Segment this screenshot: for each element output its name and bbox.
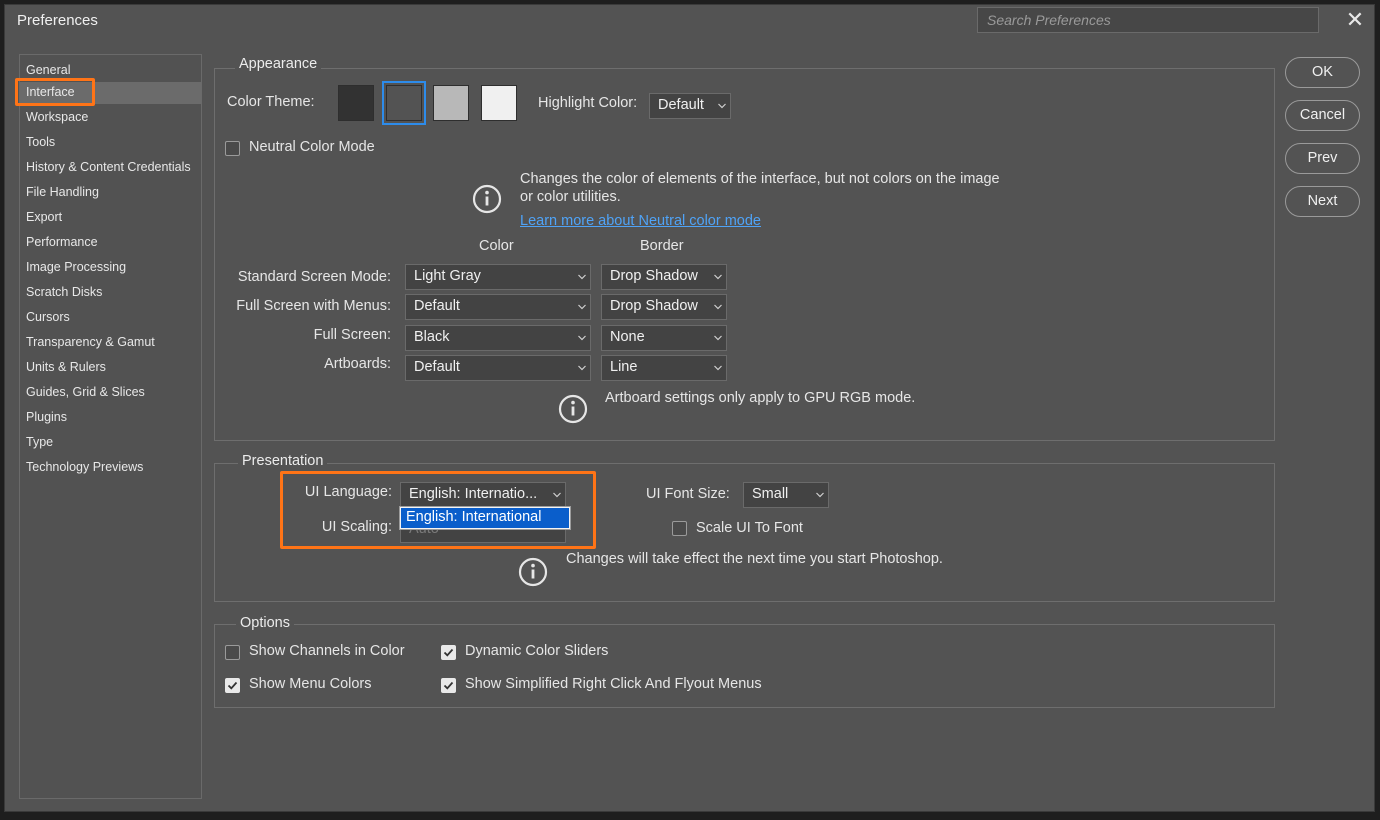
select-value: Drop Shadow <box>610 268 698 284</box>
chevron-down-icon <box>718 103 726 110</box>
sidebar-item-type[interactable]: Type <box>20 432 201 454</box>
show-menu-colors-label: Show Menu Colors <box>249 676 372 692</box>
highlight-color-select[interactable]: Default <box>649 93 731 119</box>
ui-font-size-value: Small <box>752 486 789 502</box>
chevron-down-icon <box>578 274 586 281</box>
color-theme-label: Color Theme: <box>227 94 315 110</box>
ui-font-size-label: UI Font Size: <box>646 486 730 502</box>
dynamic-color-sliders-label: Dynamic Color Sliders <box>465 643 609 659</box>
highlight-color-value: Default <box>658 97 704 113</box>
show-channels-in-color-checkbox[interactable] <box>225 645 240 660</box>
info-icon <box>518 557 548 587</box>
sidebar-item-units-rulers[interactable]: Units & Rulers <box>20 357 201 379</box>
chevron-down-icon <box>578 365 586 372</box>
appearance-title: Appearance <box>235 56 322 72</box>
color-column-header: Color <box>479 238 514 254</box>
chevron-down-icon <box>714 274 722 281</box>
sidebar-item-transparency[interactable]: Transparency & Gamut <box>20 332 201 354</box>
neutral-color-mode-checkbox[interactable] <box>225 141 240 156</box>
sidebar-item-tools[interactable]: Tools <box>20 132 201 154</box>
select-value: Line <box>610 359 638 375</box>
chevron-down-icon <box>714 335 722 342</box>
border-column-header: Border <box>640 238 684 254</box>
full-screen-menus-border-select[interactable]: Drop Shadow <box>601 294 727 320</box>
select-value: Black <box>414 329 450 345</box>
show-simplified-menus-checkbox[interactable] <box>441 678 456 693</box>
cancel-button[interactable]: Cancel <box>1285 100 1360 131</box>
checkmark-icon <box>227 681 238 690</box>
close-icon[interactable]: ✕ <box>1343 7 1367 33</box>
presentation-note: Changes will take effect the next time y… <box>566 551 943 567</box>
artboards-label: Artboards: <box>324 356 391 372</box>
sidebar-item-file-handling[interactable]: File Handling <box>20 182 201 204</box>
standard-screen-mode-label: Standard Screen Mode: <box>237 269 391 285</box>
chevron-down-icon <box>714 304 722 311</box>
theme-swatch-medium-light[interactable] <box>433 85 469 121</box>
sidebar: General Interface Workspace Tools Histor… <box>19 54 202 799</box>
theme-swatch-medium-dark[interactable] <box>382 81 426 125</box>
ui-font-size-select[interactable]: Small <box>743 482 829 508</box>
show-menu-colors-checkbox[interactable] <box>225 678 240 693</box>
checkmark-icon <box>443 648 454 657</box>
highlight-color-label: Highlight Color: <box>538 95 638 111</box>
neutral-color-mode-label: Neutral Color Mode <box>249 139 375 155</box>
artboards-border-select[interactable]: Line <box>601 355 727 381</box>
sidebar-item-image-processing[interactable]: Image Processing <box>20 257 201 279</box>
neutral-info-text: Changes the color of elements of the int… <box>520 171 1000 205</box>
interface-highlight-box <box>15 78 95 106</box>
chevron-down-icon <box>714 365 722 372</box>
sidebar-item-history[interactable]: History & Content Credentials <box>20 157 201 179</box>
neutral-learn-more-link[interactable]: Learn more about Neutral color mode <box>520 213 761 229</box>
next-button[interactable]: Next <box>1285 186 1360 217</box>
sidebar-item-performance[interactable]: Performance <box>20 232 201 254</box>
prev-button[interactable]: Prev <box>1285 143 1360 174</box>
sidebar-item-export[interactable]: Export <box>20 207 201 229</box>
sidebar-item-guides[interactable]: Guides, Grid & Slices <box>20 382 201 404</box>
dialog-title: Preferences <box>17 12 98 29</box>
chevron-down-icon <box>816 492 824 499</box>
sidebar-item-technology-previews[interactable]: Technology Previews <box>20 457 201 479</box>
standard-screen-border-select[interactable]: Drop Shadow <box>601 264 727 290</box>
show-channels-in-color-label: Show Channels in Color <box>249 643 405 659</box>
full-screen-color-select[interactable]: Black <box>405 325 591 351</box>
presentation-title: Presentation <box>238 453 328 469</box>
ui-language-highlight-box <box>280 471 596 549</box>
artboards-color-select[interactable]: Default <box>405 355 591 381</box>
standard-screen-color-select[interactable]: Light Gray <box>405 264 591 290</box>
theme-swatch-light[interactable] <box>481 85 517 121</box>
scale-ui-to-font-checkbox[interactable] <box>672 521 687 536</box>
select-value: Default <box>414 298 460 314</box>
preferences-dialog: Preferences Search Preferences ✕ General… <box>4 4 1375 812</box>
theme-swatch-dark[interactable] <box>338 85 374 121</box>
full-screen-menus-color-select[interactable]: Default <box>405 294 591 320</box>
sidebar-item-scratch-disks[interactable]: Scratch Disks <box>20 282 201 304</box>
info-icon <box>558 394 588 424</box>
chevron-down-icon <box>578 335 586 342</box>
chevron-down-icon <box>578 304 586 311</box>
select-value: None <box>610 329 645 345</box>
select-value: Drop Shadow <box>610 298 698 314</box>
dynamic-color-sliders-checkbox[interactable] <box>441 645 456 660</box>
sidebar-item-cursors[interactable]: Cursors <box>20 307 201 329</box>
ok-button[interactable]: OK <box>1285 57 1360 88</box>
appearance-group <box>214 68 1275 441</box>
full-screen-border-select[interactable]: None <box>601 325 727 351</box>
options-title: Options <box>236 615 294 631</box>
info-icon <box>472 184 502 214</box>
scale-ui-to-font-label: Scale UI To Font <box>696 520 803 536</box>
sidebar-item-plugins[interactable]: Plugins <box>20 407 201 429</box>
sidebar-item-workspace[interactable]: Workspace <box>20 107 201 129</box>
artboard-note: Artboard settings only apply to GPU RGB … <box>605 390 916 406</box>
search-input[interactable]: Search Preferences <box>977 7 1319 33</box>
title-bar: Preferences Search Preferences ✕ <box>5 5 1374 37</box>
checkmark-icon <box>443 681 454 690</box>
options-group <box>214 624 1275 708</box>
show-simplified-menus-label: Show Simplified Right Click And Flyout M… <box>465 676 762 692</box>
select-value: Default <box>414 359 460 375</box>
full-screen-label: Full Screen: <box>313 327 391 343</box>
select-value: Light Gray <box>414 268 481 284</box>
full-screen-menus-label: Full Screen with Menus: <box>236 298 391 314</box>
